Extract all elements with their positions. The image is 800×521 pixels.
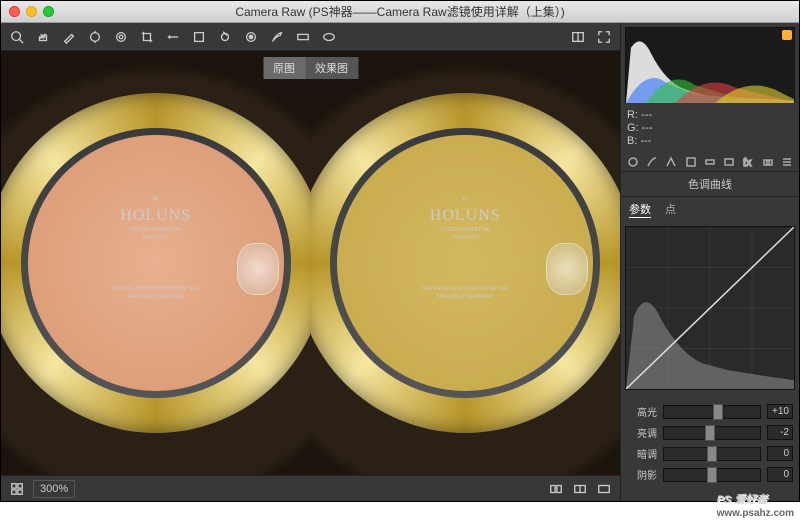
slider-track[interactable]	[663, 426, 761, 440]
watch-sub2: DATEJUST	[453, 235, 478, 241]
transform-tool-icon[interactable]	[191, 29, 207, 45]
redeye-tool-icon[interactable]	[243, 29, 259, 45]
date-lens	[237, 243, 279, 295]
grid-icon[interactable]	[9, 481, 25, 497]
tab-camera-icon[interactable]	[760, 155, 775, 169]
crop-tool-icon[interactable]	[139, 29, 155, 45]
fullscreen-icon[interactable]	[596, 29, 612, 45]
slider-label: 高光	[627, 404, 657, 419]
slider-row: 暗调 0	[627, 446, 793, 461]
slider-label: 亮调	[627, 425, 657, 440]
slider-track[interactable]	[663, 468, 761, 482]
histogram[interactable]	[625, 27, 795, 103]
panel-tabs: fx	[621, 152, 799, 172]
tone-curve[interactable]	[625, 226, 795, 390]
slider-knob[interactable]	[707, 446, 717, 462]
result-label[interactable]: 效果图	[305, 57, 358, 79]
compare-mode-icon[interactable]	[548, 481, 564, 497]
watch-sub1: OYSTER PERPETUAL	[439, 227, 491, 233]
toolbar	[1, 23, 620, 51]
slider-knob[interactable]	[707, 467, 717, 483]
date-lens	[546, 243, 588, 295]
watch-brand: HOLUNS	[430, 207, 501, 225]
rgb-readout: R: --- G: --- B: ---	[621, 107, 799, 150]
slider-value[interactable]: -2	[767, 425, 793, 440]
preview-area[interactable]: 原图 效果图 H HOLUNS OYSTER PERPETUAL DATEJUS…	[1, 51, 620, 475]
slider-label: 阴影	[627, 467, 657, 482]
window-title: Camera Raw (PS神器——Camera Raw滤镜使用详解（上集）)	[1, 3, 799, 20]
main-pane: 原图 效果图 H HOLUNS OYSTER PERPETUAL DATEJUS…	[1, 23, 621, 501]
spot-removal-icon[interactable]	[217, 29, 233, 45]
original-image: H HOLUNS OYSTER PERPETUAL DATEJUST SUPER…	[1, 51, 311, 475]
slider-track[interactable]	[663, 405, 761, 419]
settings-panel: R: --- G: --- B: --- fx 色调曲线 参数 点	[621, 23, 799, 501]
watch-brand: HOLUNS	[120, 207, 191, 225]
subtab-parametric[interactable]: 参数	[629, 201, 651, 218]
preview-toggle-icon[interactable]	[570, 29, 586, 45]
watch-chrono1: SUPERLATIVE CHRONOMETER	[422, 286, 509, 292]
watch-logo: H	[152, 196, 159, 203]
tab-basic-icon[interactable]	[625, 155, 640, 169]
original-label[interactable]: 原图	[263, 57, 305, 79]
color-sampler-icon[interactable]	[87, 29, 103, 45]
zoom-tool-icon[interactable]	[9, 29, 25, 45]
target-adjust-icon[interactable]	[113, 29, 129, 45]
single-mode-icon[interactable]	[596, 481, 612, 497]
result-image: H HOLUNS OYSTER PERPETUAL DATEJUST SUPER…	[311, 51, 621, 475]
watch-sub2: DATEJUST	[143, 235, 168, 241]
watch-sub1: OYSTER PERPETUAL	[130, 227, 182, 233]
watch-chrono2: OFFICIALLY CERTIFIED	[128, 294, 184, 300]
radial-tool-icon[interactable]	[321, 29, 337, 45]
slider-value[interactable]: 0	[767, 446, 793, 461]
straighten-tool-icon[interactable]	[165, 29, 181, 45]
compare-labels: 原图 效果图	[263, 57, 358, 79]
slider-row: 阴影 0	[627, 467, 793, 482]
zoom-level[interactable]: 300%	[33, 480, 75, 498]
slider-knob[interactable]	[705, 425, 715, 441]
tab-fx-icon[interactable]: fx	[741, 155, 756, 169]
slider-knob[interactable]	[713, 404, 723, 420]
gradient-tool-icon[interactable]	[295, 29, 311, 45]
r-value: R: ---	[627, 109, 793, 122]
slider-value[interactable]: +10	[767, 404, 793, 419]
tab-hsl-icon[interactable]	[683, 155, 698, 169]
tab-curve-icon[interactable]	[644, 155, 659, 169]
curve-subtabs: 参数 点	[621, 197, 799, 222]
svg-text:fx: fx	[743, 157, 752, 168]
subtab-point[interactable]: 点	[665, 201, 676, 218]
slider-row: 高光 +10	[627, 404, 793, 419]
watch-logo: H	[462, 196, 469, 203]
tab-presets-icon[interactable]	[780, 155, 795, 169]
tab-detail-icon[interactable]	[664, 155, 679, 169]
highlight-warning-icon[interactable]	[782, 30, 792, 40]
watch-chrono2: OFFICIALLY CERTIFIED	[437, 294, 493, 300]
watch-chrono1: SUPERLATIVE CHRONOMETER	[112, 286, 199, 292]
status-bar: 300%	[1, 475, 620, 501]
g-value: G: ---	[627, 122, 793, 135]
slider-value[interactable]: 0	[767, 467, 793, 482]
sliders-group: 高光 +10亮调 -2暗调 0阴影 0	[621, 394, 799, 492]
b-value: B: ---	[627, 135, 793, 148]
split-mode-icon[interactable]	[572, 481, 588, 497]
slider-row: 亮调 -2	[627, 425, 793, 440]
whitebalance-tool-icon[interactable]	[61, 29, 77, 45]
hand-tool-icon[interactable]	[35, 29, 51, 45]
panel-title: 色调曲线	[621, 172, 799, 197]
slider-track[interactable]	[663, 447, 761, 461]
app-window: Camera Raw (PS神器——Camera Raw滤镜使用详解（上集）)	[0, 0, 800, 502]
titlebar: Camera Raw (PS神器——Camera Raw滤镜使用详解（上集）)	[1, 1, 799, 23]
tab-split-icon[interactable]	[702, 155, 717, 169]
slider-label: 暗调	[627, 446, 657, 461]
brush-tool-icon[interactable]	[269, 29, 285, 45]
tab-lens-icon[interactable]	[722, 155, 737, 169]
page-watermark: PS 爱好者 www.psahz.com	[717, 487, 794, 519]
